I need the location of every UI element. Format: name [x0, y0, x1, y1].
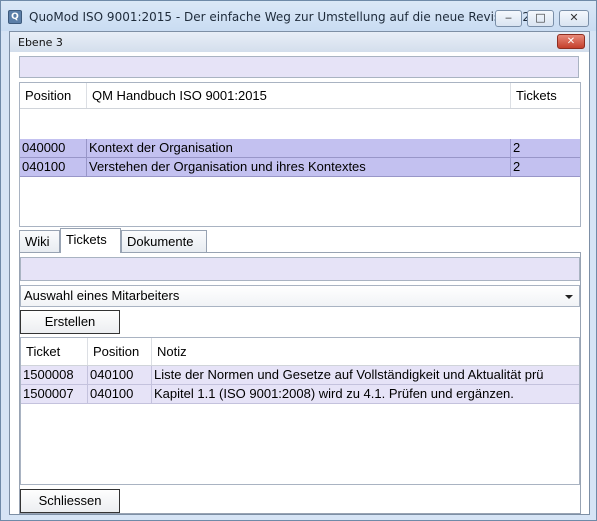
- sections-table: Position QM Handbuch ISO 9001:2015 Ticke…: [19, 82, 581, 227]
- column-header-ticket[interactable]: Ticket: [21, 338, 88, 365]
- row-position: 040100: [88, 366, 152, 384]
- app-icon: Q: [8, 10, 22, 24]
- sections-filter-field[interactable]: [19, 56, 579, 78]
- row-ticket: 1500008: [21, 366, 88, 384]
- window-title: QuoMod ISO 9001:2015 - Der einfache Weg …: [29, 10, 553, 24]
- column-header-note[interactable]: Notiz: [152, 338, 579, 365]
- column-header-position[interactable]: Position: [88, 338, 152, 365]
- tickets-filter-field[interactable]: [20, 257, 580, 281]
- app-window: Q QuoMod ISO 9001:2015 - Der einfache We…: [0, 0, 597, 521]
- table-header-row: Position QM Handbuch ISO 9001:2015 Ticke…: [20, 83, 580, 109]
- inner-titlebar[interactable]: Ebene 3 ✕: [10, 32, 589, 52]
- employee-select-value: Auswahl eines Mitarbeiters: [24, 288, 180, 303]
- table-row[interactable]: 040100 Verstehen der Organisation und ih…: [20, 158, 580, 177]
- tickets-table: Ticket Position Notiz 1500008 040100 Lis…: [20, 337, 580, 485]
- inner-frame: Ebene 3 ✕ Position QM Handbuch ISO 9001:…: [9, 31, 590, 515]
- table-header-row: Ticket Position Notiz: [21, 338, 579, 366]
- row-ticket: 1500007: [21, 385, 88, 403]
- row-note: Kapitel 1.1 (ISO 9001:2008) wird zu 4.1.…: [154, 386, 514, 401]
- table-row[interactable]: 040000 Kontext der Organisation 2: [20, 139, 580, 158]
- row-position: 040000: [20, 139, 87, 158]
- column-header-title[interactable]: QM Handbuch ISO 9001:2015: [87, 83, 511, 108]
- column-header-tickets[interactable]: Tickets: [511, 83, 580, 108]
- column-header-position[interactable]: Position: [20, 83, 87, 108]
- inner-close-button[interactable]: ✕: [557, 34, 585, 49]
- tickets-panel: Auswahl eines Mitarbeiters Erstellen Tic…: [19, 252, 581, 514]
- row-title: Verstehen der Organisation und ihres Kon…: [87, 158, 511, 177]
- chevron-down-icon: [565, 295, 573, 299]
- window-close-button[interactable]: ✕: [559, 10, 589, 27]
- tab-dokumente[interactable]: Dokumente: [121, 230, 207, 252]
- table-row[interactable]: 1500007 040100 Kapitel 1.1 (ISO 9001:200…: [21, 385, 579, 404]
- minimize-button[interactable]: ‒: [495, 10, 522, 27]
- maximize-button[interactable]: □: [527, 10, 554, 27]
- create-button[interactable]: Erstellen: [20, 310, 120, 334]
- row-tickets: 2: [511, 139, 580, 158]
- inner-title: Ebene 3: [18, 36, 63, 49]
- row-title: Kontext der Organisation: [87, 139, 511, 158]
- window-titlebar[interactable]: Q QuoMod ISO 9001:2015 - Der einfache We…: [1, 1, 596, 31]
- row-position: 040100: [20, 158, 87, 177]
- row-tickets: 2: [511, 158, 580, 177]
- tab-tickets[interactable]: Tickets: [60, 228, 121, 253]
- row-note: Liste der Normen und Gesetze auf Vollstä…: [154, 367, 544, 382]
- close-button[interactable]: Schliessen: [20, 489, 120, 513]
- table-row[interactable]: 1500008 040100 Liste der Normen und Gese…: [21, 366, 579, 385]
- employee-select[interactable]: Auswahl eines Mitarbeiters: [20, 285, 580, 307]
- tab-wiki[interactable]: Wiki: [19, 230, 60, 252]
- row-position: 040100: [88, 385, 152, 403]
